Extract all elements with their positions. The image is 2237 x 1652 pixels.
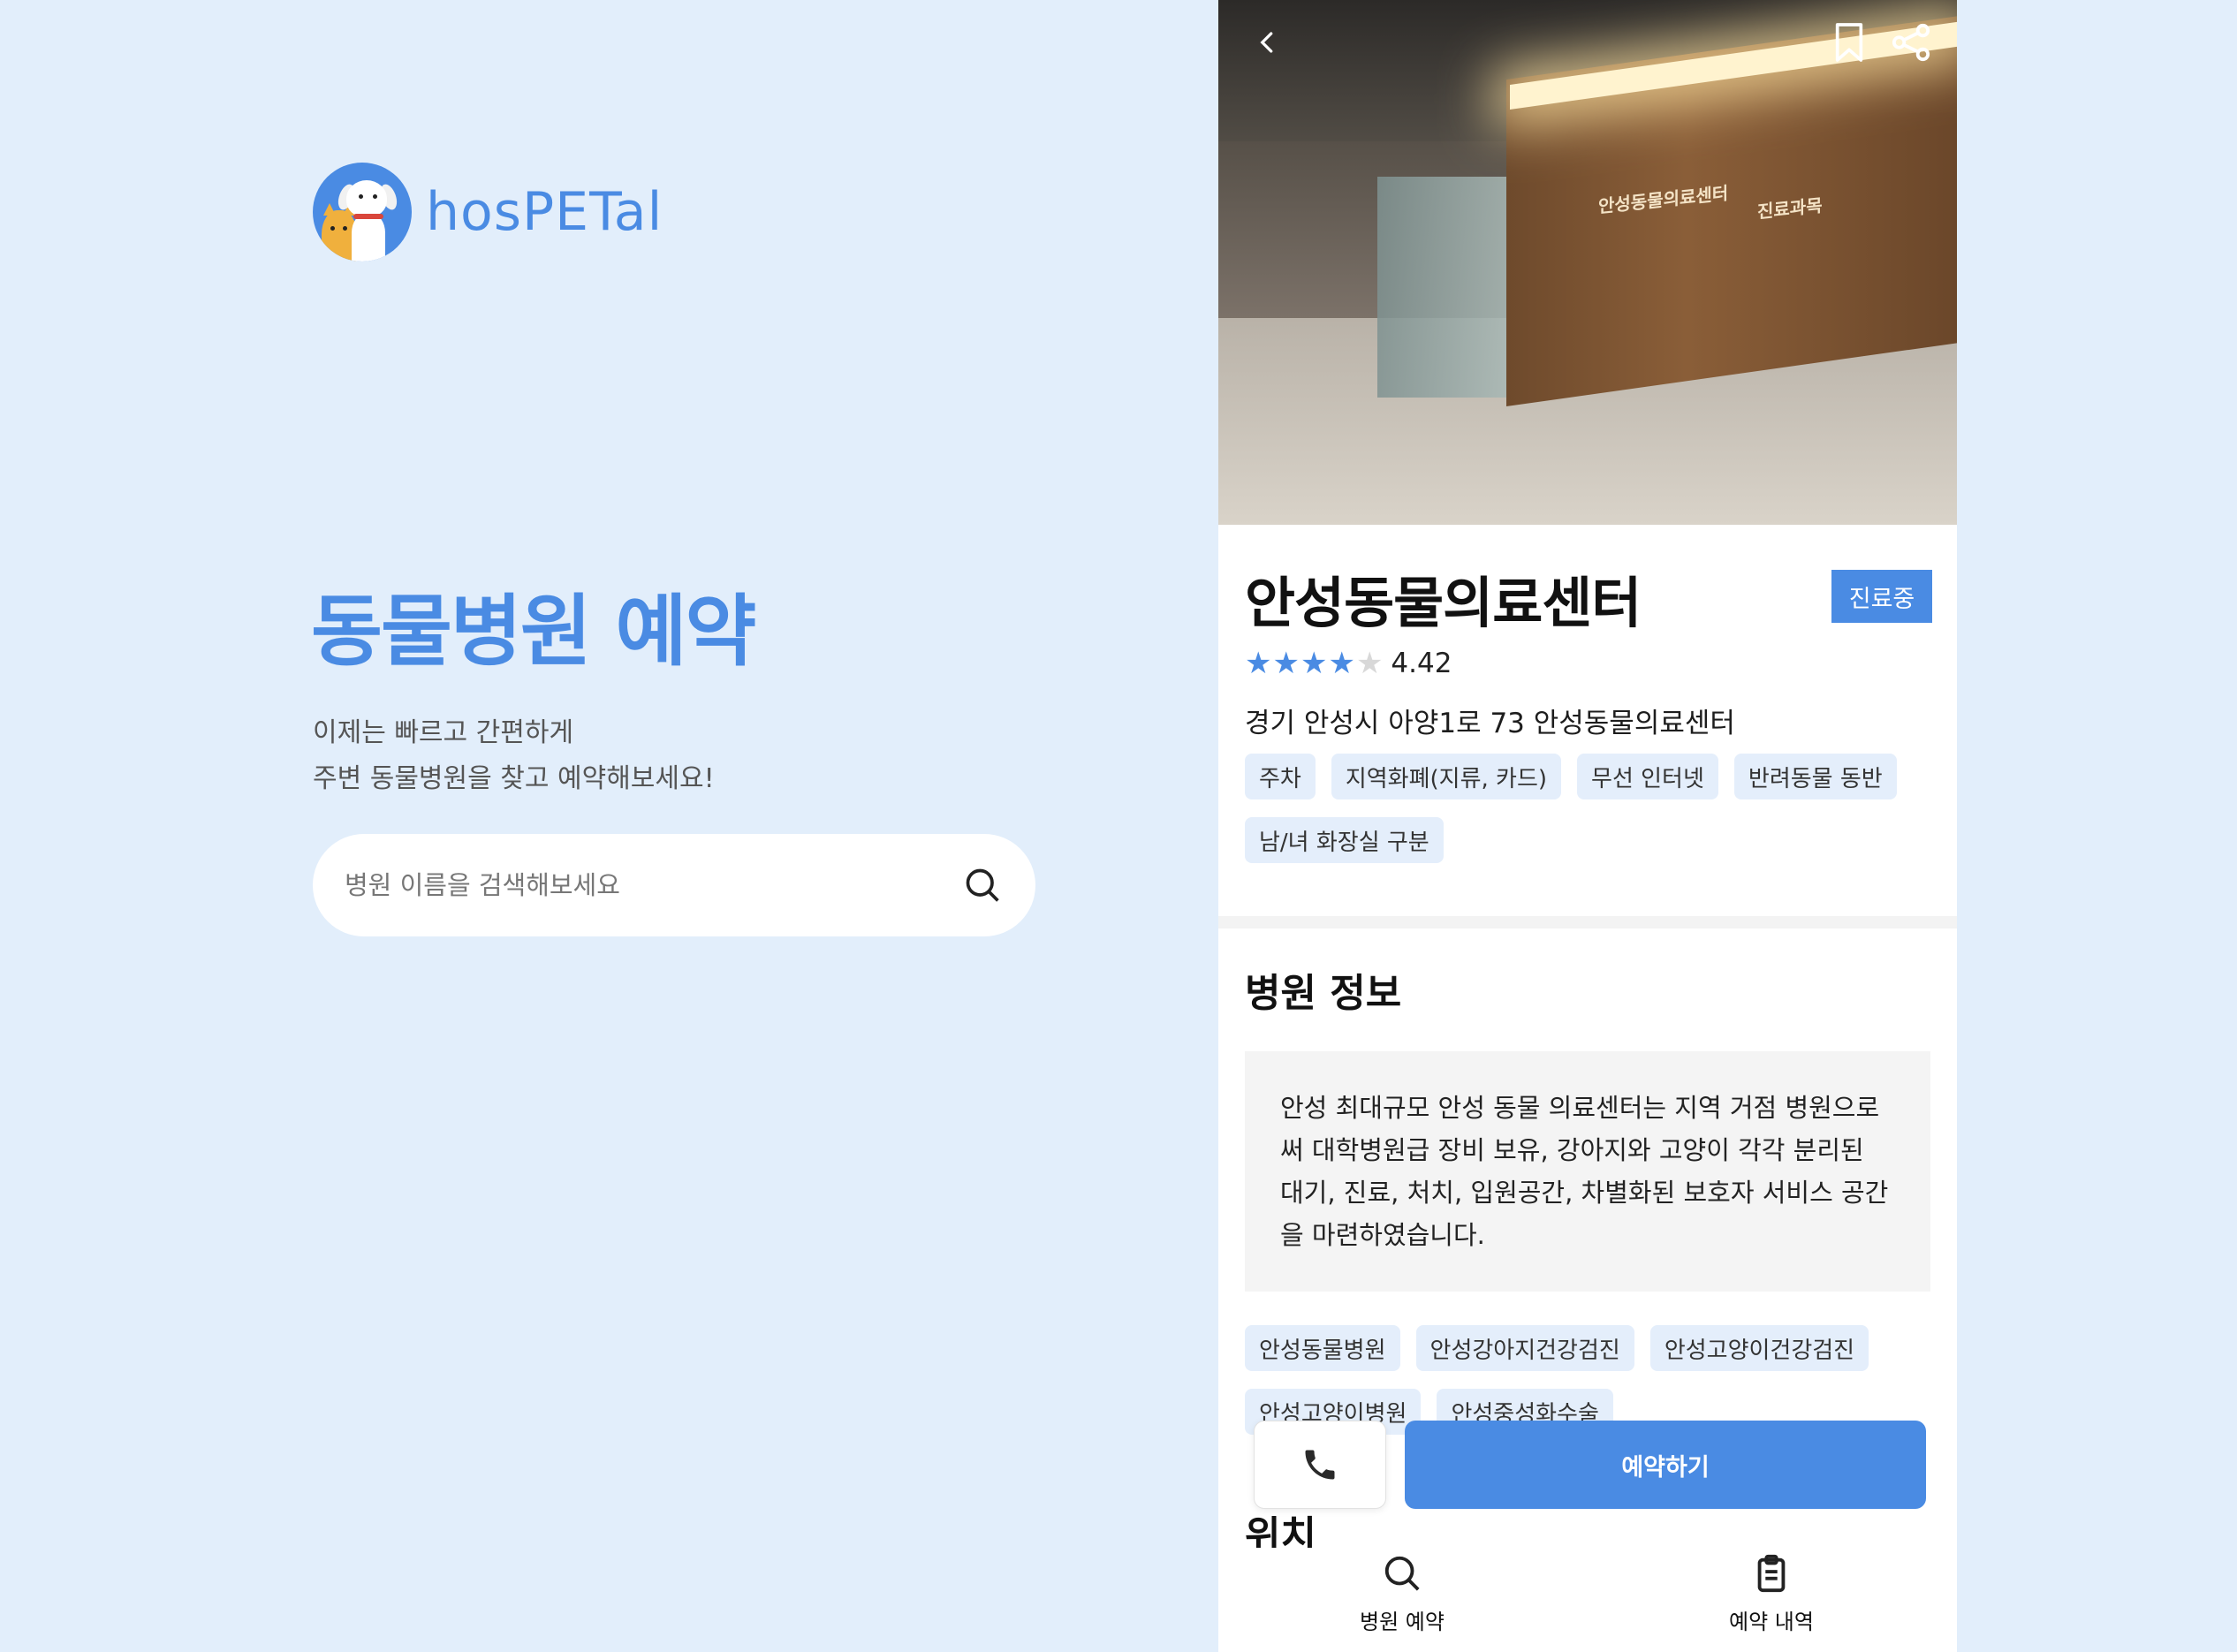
brand-logo: hosPETal (313, 163, 663, 261)
landing-subtitle-line2: 주변 동물병원을 찾고 예약해보세요! (313, 763, 715, 794)
bookmark-button[interactable] (1826, 19, 1872, 65)
share-button[interactable] (1888, 19, 1934, 65)
rating-score: 4.42 (1391, 648, 1452, 679)
landing-subtitle: 이제는 빠르고 간편하게 주변 동물병원을 찾고 예약해보세요! (313, 710, 715, 802)
amenity-chip: 주차 (1245, 754, 1316, 799)
bottom-tab-bar: 병원 예약 예약 내역 (1218, 1548, 1957, 1652)
reserve-button[interactable]: 예약하기 (1405, 1421, 1926, 1509)
landing-title: 동물병원 예약 (311, 586, 756, 677)
info-section-title: 병원 정보 (1245, 971, 1402, 1016)
hospital-search-bar (313, 834, 1035, 936)
star-filled-icon: ★ (1272, 646, 1300, 681)
amenity-chip: 남/녀 화장실 구분 (1245, 817, 1444, 863)
brand-name: hosPETal (426, 181, 664, 243)
section-divider (1218, 916, 1957, 928)
amenity-chip: 반려동물 동반 (1733, 754, 1897, 799)
tab-label: 예약 내역 (1729, 1610, 1814, 1634)
tag-chip[interactable]: 안성동물병원 (1245, 1325, 1400, 1371)
logo-mark-icon (313, 163, 412, 261)
amenity-list: 주차 지역화폐(지류, 카드) 무선 인터넷 반려동물 동반 남/녀 화장실 구… (1245, 754, 1934, 881)
phone-icon (1305, 1450, 1335, 1480)
rating: ★ ★ ★ ★ ★ 4.42 (1245, 648, 1452, 679)
landing-subtitle-line1: 이제는 빠르고 간편하게 (313, 717, 574, 748)
hospital-search-input[interactable] (345, 870, 961, 900)
hospital-description: 안성 최대규모 안성 동물 의료센터는 지역 거점 병원으로써 대학병원급 장비… (1245, 1051, 1930, 1292)
hospital-photo: 안성동물의료센터 진료과목 (1218, 0, 1957, 525)
clipboard-icon (1757, 1554, 1786, 1593)
amenity-chip: 무선 인터넷 (1577, 754, 1718, 799)
tag-chip[interactable]: 안성고양이건강검진 (1649, 1325, 1869, 1371)
hospital-detail-screen: 안성동물의료센터 진료과목 안성동물의료센터 진료중 ★ ★ ★ ★ ★ 4.4… (1218, 0, 1957, 1652)
tab-label: 병원 예약 (1360, 1610, 1445, 1634)
search-icon (1384, 1556, 1420, 1591)
star-filled-icon: ★ (1328, 646, 1355, 681)
back-button[interactable] (1245, 19, 1291, 65)
status-badge: 진료중 (1831, 570, 1932, 623)
amenity-chip: 지역화폐(지류, 카드) (1331, 754, 1562, 799)
tab-hospital-reservation[interactable]: 병원 예약 (1323, 1553, 1482, 1635)
tab-reservation-history[interactable]: 예약 내역 (1692, 1553, 1851, 1635)
chevron-left-icon (1260, 32, 1273, 53)
call-button[interactable] (1254, 1421, 1386, 1509)
tag-chip[interactable]: 안성강아지건강검진 (1415, 1325, 1634, 1371)
star-empty-icon: ★ (1355, 646, 1384, 681)
hospital-name: 안성동물의료센터 (1245, 571, 1642, 635)
share-icon (1892, 23, 1930, 62)
bookmark-icon (1835, 23, 1863, 62)
star-filled-icon: ★ (1245, 646, 1272, 681)
star-filled-icon: ★ (1300, 646, 1328, 681)
hospital-address: 경기 안성시 아양1로 73 안성동물의료센터 (1245, 708, 1735, 739)
search-icon[interactable] (961, 864, 1004, 906)
